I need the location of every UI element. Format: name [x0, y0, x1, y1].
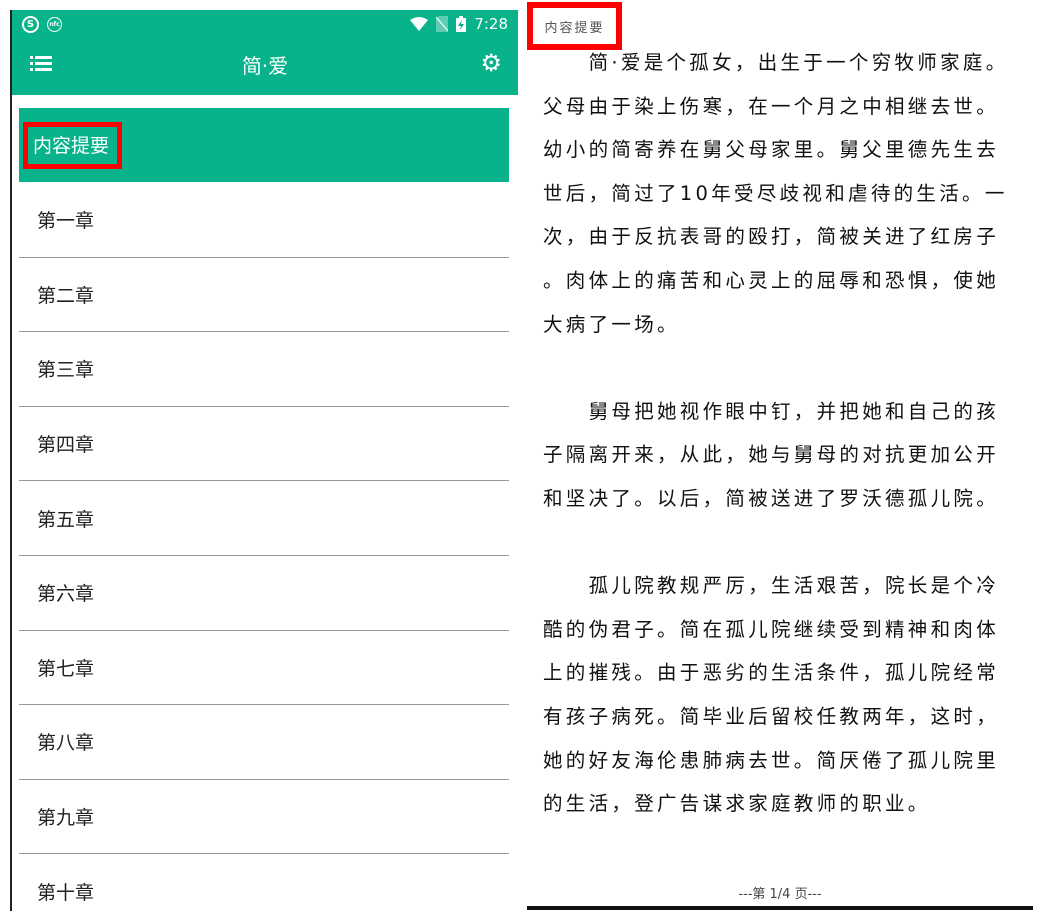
- toc-item[interactable]: 第二章: [19, 258, 509, 333]
- no-sim-icon: [436, 16, 449, 32]
- toc-item[interactable]: 第五章: [19, 481, 509, 556]
- reader-content[interactable]: 简·爱是个孤女，出生于一个穷牧师家庭。 父母由于染上伤寒，在一个月之中相继去世。幼…: [543, 41, 1023, 869]
- toc-item-label: 第一章: [37, 210, 95, 233]
- toc-item-label: 第五章: [37, 508, 95, 531]
- toc-item-label: 第七章: [37, 657, 95, 680]
- text-line: 子隔离开来，从此，她与舅母的对抗更加公开: [543, 443, 1000, 467]
- reader-panel: 内容提要 简·爱是个孤女，出生于一个穷牧师家庭。 父母由于染上伤寒，在一个月之中相…: [527, 0, 1033, 910]
- toc-item[interactable]: 第三章: [19, 332, 509, 407]
- toc-item-label: 第九章: [37, 807, 95, 830]
- section-title: 内容提要: [527, 2, 622, 50]
- text-line: 酷的伪君子。简在孤儿院继续受到精神和肉体: [543, 617, 1000, 641]
- text-line: 有孩子病死。简毕业后留校任教两年，这时，: [543, 704, 1000, 728]
- text-line: 上的摧残。由于恶劣的生活条件，孤儿院经常: [543, 661, 1000, 685]
- toc-item[interactable]: 第六章: [19, 556, 509, 631]
- app-bar: S nfc 7:28 简·爱 ⚙: [12, 10, 518, 95]
- toc-item-selected[interactable]: 内容提要: [19, 108, 509, 182]
- toc-item[interactable]: 第九章: [19, 780, 509, 855]
- chapter-list: 内容提要第一章第二章第三章第四章第五章第六章第七章第八章第九章第十章: [19, 108, 509, 911]
- paragraph: 舅母把她视作眼中钉，并把她和自己的孩 子隔离开来，从此，她与舅母的对抗更加公开 和坚…: [543, 390, 1023, 521]
- toc-item-label: 第三章: [37, 359, 95, 382]
- toc-item[interactable]: 第十章: [19, 854, 509, 911]
- toc-item-label: 第二章: [37, 284, 95, 307]
- status-right: 7:28: [410, 13, 508, 35]
- toc-item-label: 第六章: [37, 583, 95, 606]
- nfc-icon: nfc: [47, 16, 62, 32]
- text-line: 世后，简过了10年受尽歧视和虐待的生活。一: [543, 181, 1008, 205]
- toc-item[interactable]: 第七章: [19, 631, 509, 706]
- text-line: 的生活，登广告谋求家庭教师的职业。: [543, 792, 931, 816]
- toc-item-label: 第十章: [37, 881, 95, 904]
- text-line: 父母由于染上伤寒，在一个月之中相继去世。: [543, 94, 1000, 118]
- sogou-icon: S: [22, 15, 39, 33]
- text-line: 和坚决了。以后，简被送进了罗沃德孤儿院。: [543, 486, 1000, 510]
- toc-item[interactable]: 第一章: [19, 183, 509, 258]
- paragraph: 孤儿院教规严厉，生活艰苦，院长是个冷 酷的伪君子。简在孤儿院继续受到精神和肉体 上的…: [543, 564, 1023, 826]
- clock: 7:28: [474, 15, 508, 33]
- paragraph: 简·爱是个孤女，出生于一个穷牧师家庭。 父母由于染上伤寒，在一个月之中相继去世。幼…: [543, 41, 1023, 346]
- toc-panel: S nfc 7:28 简·爱 ⚙ 内容提要第一章第二章第三章第四章第五章第六章第…: [10, 10, 518, 911]
- text-line: 她的好友海伦患肺病去世。简厌倦了孤儿院里: [543, 748, 1000, 772]
- toc-item-label: 第八章: [37, 732, 95, 755]
- text-line: 次，由于反抗表哥的殴打，简被关进了红房子: [543, 225, 1000, 249]
- text-line: 幼小的简寄养在舅父母家里。舅父里德先生去: [543, 138, 1000, 162]
- toc-item[interactable]: 第八章: [19, 705, 509, 780]
- text-line: 大病了一场。: [543, 312, 680, 336]
- toc-item-label: 内容提要: [23, 121, 123, 169]
- page-indicator: ---第 1/4 页---: [738, 887, 822, 902]
- wifi-icon: [410, 17, 429, 31]
- text-line: 。肉体上的痛苦和心灵上的屈辱和恐惧，使她: [543, 268, 1000, 292]
- app-title: 简·爱: [241, 54, 289, 78]
- status-left: S nfc: [22, 13, 62, 35]
- battery-charging-icon: [456, 16, 467, 32]
- text-line: 孤儿院教规严厉，生活艰苦，院长是个冷: [543, 574, 1000, 598]
- toc-item-label: 第四章: [37, 434, 95, 457]
- text-line: 舅母把她视作眼中钉，并把她和自己的孩: [543, 399, 1000, 423]
- toc-item[interactable]: 第四章: [19, 407, 509, 482]
- gear-icon[interactable]: ⚙: [480, 51, 502, 75]
